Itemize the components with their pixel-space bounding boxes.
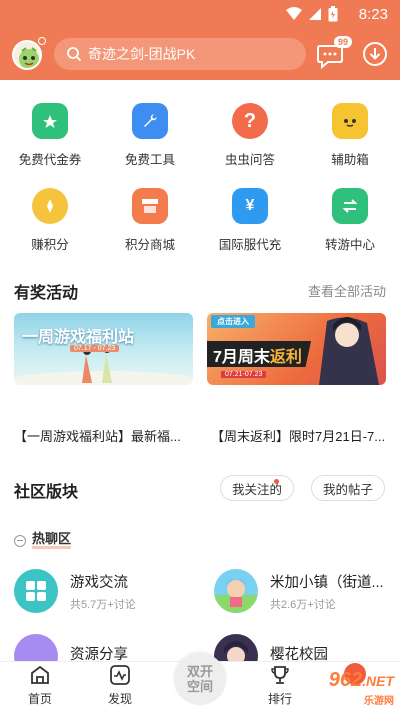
download-button[interactable] <box>362 41 390 69</box>
wifi-icon <box>286 7 302 20</box>
weekend-banner-title: 7月周末返利 <box>213 343 302 367</box>
activity-caption-weekend[interactable]: 【周末返利】限时7月21日-7... <box>211 426 389 445</box>
my-following-button[interactable]: 我关注的 <box>220 475 294 501</box>
watermark-main: 962 <box>328 669 363 691</box>
user-avatar[interactable] <box>12 40 42 70</box>
battery-icon <box>328 6 338 22</box>
quick-label: 赚积分 <box>31 238 69 252</box>
weekend-title-part: 返利 <box>269 349 302 366</box>
quick-earn-points[interactable]: 赚积分 <box>0 180 100 265</box>
quick-label: 免费工具 <box>124 153 175 167</box>
community-title: 社区版块 <box>14 484 79 501</box>
trophy-icon <box>271 666 289 684</box>
forum-item-miga-town[interactable]: 米加小镇（街道... 共2.6万+讨论 <box>214 569 390 613</box>
forum-name: 游戏交流 <box>70 574 128 591</box>
robot-icon <box>332 103 368 139</box>
quick-label: 免费代金券 <box>18 153 82 167</box>
quick-points-mall[interactable]: 积分商城 <box>100 180 200 265</box>
dual-space-button[interactable]: 双开空间 <box>174 653 226 705</box>
shop-icon <box>132 188 168 224</box>
forum-meta: 共2.6万+讨论 <box>270 598 336 611</box>
search-text: 奇迹之剑-团战PK <box>88 46 196 62</box>
new-dot <box>274 479 279 484</box>
hot-chat-section[interactable]: 热聊区 <box>14 532 72 549</box>
tab-home[interactable]: 首页 <box>0 662 80 711</box>
weekend-title-part: 7月 <box>213 349 238 366</box>
avatar-status-dot <box>38 37 46 45</box>
coin-icon <box>32 188 68 224</box>
tab-label: 排行 <box>267 692 292 706</box>
grid-apps-icon <box>14 569 58 613</box>
app-header: 奇迹之剑-团战PK 99 <box>0 30 400 80</box>
quick-label: 辅助箱 <box>331 153 369 167</box>
activity-banner-weekly[interactable]: 一周游戏福利站 07.17 - 07.23 <box>14 313 193 385</box>
tab-ranking[interactable]: 排行 <box>240 662 320 711</box>
hot-chat-label: 热聊区 <box>32 532 72 549</box>
quick-transfer-center[interactable]: 转游中心 <box>300 180 400 265</box>
quick-label: 积分商城 <box>124 238 175 252</box>
pill-label: 我的帖子 <box>322 482 373 497</box>
home-icon <box>31 665 49 684</box>
toolbox-icon <box>132 103 168 139</box>
tab-discover[interactable]: 发现 <box>80 662 160 711</box>
quick-assist-box[interactable]: 辅助箱 <box>300 95 400 180</box>
weekend-title-part: 周末 <box>237 349 270 366</box>
quick-free-coupon[interactable]: 免费代金券 <box>0 95 100 180</box>
view-all-activities-link[interactable]: 查看全部活动 <box>308 281 386 300</box>
search-bar[interactable]: 奇迹之剑-团战PK <box>54 38 306 70</box>
activity-banner-weekend[interactable]: 点击进入 7月周末返利 07.21-07.23 <box>207 313 386 385</box>
quick-free-tools[interactable]: 免费工具 <box>100 95 200 180</box>
wallet-icon: ¥ <box>232 188 268 224</box>
tab-label: 发现 <box>107 692 132 706</box>
coupon-icon <box>32 103 68 139</box>
message-count-badge: 99 <box>334 36 353 48</box>
activities-title: 有奖活动 <box>14 285 79 302</box>
quick-actions-grid: 免费代金券 免费工具 ? 虫虫问答 辅助箱 赚积分 积分商城 ¥ 国际服代充 转… <box>0 95 400 265</box>
question-icon: ? <box>232 103 268 139</box>
transfer-icon <box>332 188 368 224</box>
avatar-mascot-icon <box>19 47 39 68</box>
status-bar: 8:23 <box>0 0 400 30</box>
weekend-banner-tag: 点击进入 <box>211 315 255 328</box>
site-watermark: 962.NET 乐游网 <box>329 669 394 707</box>
forum-meta: 共5.7万+讨论 <box>70 598 136 611</box>
weekly-banner-title: 一周游戏福利站 <box>22 329 135 346</box>
quick-qa[interactable]: ? 虫虫问答 <box>200 95 300 180</box>
dual-space-label: 双开空间 <box>186 664 213 694</box>
forum-name: 米加小镇（街道... <box>270 574 384 591</box>
pulse-icon <box>110 665 130 685</box>
my-posts-button[interactable]: 我的帖子 <box>311 475 385 501</box>
quick-label: 虫虫问答 <box>224 153 275 167</box>
forum-thumbnail <box>214 569 258 613</box>
quick-label: 国际服代充 <box>218 238 282 252</box>
weekly-banner-date: 07.17 - 07.23 <box>70 345 120 352</box>
forum-item-game-chat[interactable]: 游戏交流 共5.7万+讨论 <box>14 569 190 613</box>
status-icons <box>286 6 338 22</box>
tab-label: 首页 <box>27 692 52 706</box>
quick-intl-recharge[interactable]: ¥ 国际服代充 <box>200 180 300 265</box>
status-time: 8:23 <box>358 6 388 23</box>
collapse-icon <box>14 534 26 547</box>
quick-label: 转游中心 <box>324 238 375 252</box>
watermark-sub: 乐游网 <box>364 696 394 707</box>
weekend-banner-date: 07.21-07.23 <box>221 371 267 378</box>
activity-caption-weekly[interactable]: 【一周游戏福利站】最新福... <box>14 426 196 445</box>
no-sim-icon <box>309 8 321 20</box>
watermark-net: .NET <box>362 673 394 689</box>
download-icon <box>363 42 387 66</box>
search-icon <box>67 47 82 62</box>
